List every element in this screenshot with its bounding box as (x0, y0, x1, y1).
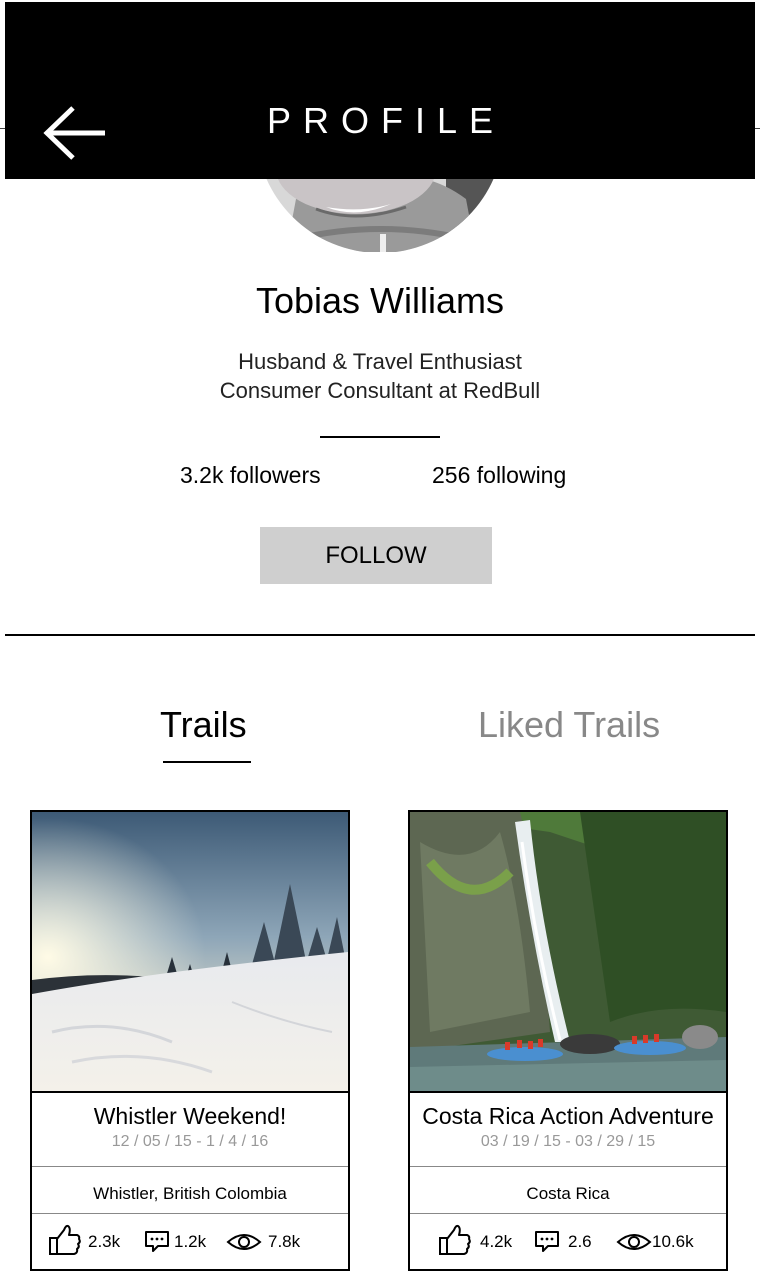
views-count: 7.8k (268, 1232, 301, 1251)
card-divider (410, 1166, 726, 1167)
trail-image-waterfall (410, 812, 726, 1093)
trail-location: Whistler, British Colombia (93, 1184, 287, 1203)
profile-bio: Husband & Travel Enthusiast Consumer Con… (0, 347, 760, 405)
comments-count: 1.2k (174, 1232, 207, 1251)
profile-name: Tobias Williams (255, 280, 505, 321)
tab-liked-trails[interactable]: Liked Trails (478, 704, 660, 746)
tab-trails[interactable]: Trails (160, 704, 247, 746)
trail-title[interactable]: Costa Rica Action Adventure (410, 1103, 726, 1130)
trail-dates: 03 / 19 / 15 - 03 / 29 / 15 (480, 1133, 656, 1150)
avatar[interactable] (256, 179, 504, 252)
trail-location: Costa Rica (526, 1184, 610, 1203)
card-divider (410, 1213, 726, 1214)
thumbs-up-icon[interactable] (48, 1223, 82, 1257)
trail-stats: 2.3k 1.2k 7.8k (32, 1220, 348, 1264)
following-count[interactable]: 256 following (432, 462, 566, 489)
trail-card[interactable]: Costa Rica Action Adventure 03 / 19 / 15… (408, 810, 728, 1271)
active-tab-indicator (163, 761, 251, 763)
likes-count: 4.2k (480, 1232, 513, 1251)
bio-line-2: Consumer Consultant at RedBull (219, 378, 541, 403)
comment-icon[interactable] (534, 1230, 560, 1254)
section-divider (5, 634, 755, 636)
eye-icon[interactable] (226, 1230, 262, 1254)
card-divider (32, 1213, 348, 1214)
followers-count[interactable]: 3.2k followers (180, 462, 321, 489)
card-divider (32, 1166, 348, 1167)
eye-icon[interactable] (616, 1230, 652, 1254)
likes-count: 2.3k (88, 1232, 121, 1251)
trail-card[interactable]: Whistler Weekend! 12 / 05 / 15 - 1 / 4 /… (30, 810, 350, 1271)
comments-count: 2.6 (568, 1232, 592, 1251)
follow-button[interactable]: FOLLOW (260, 527, 492, 584)
page-title: PROFILE (266, 100, 506, 141)
trail-dates: 12 / 05 / 15 - 1 / 4 / 16 (111, 1133, 269, 1150)
comment-icon[interactable] (144, 1230, 170, 1254)
thumbs-up-icon[interactable] (438, 1223, 472, 1257)
bio-line-1: Husband & Travel Enthusiast (238, 349, 522, 374)
bio-divider (320, 436, 440, 438)
trail-title[interactable]: Whistler Weekend! (32, 1103, 348, 1130)
views-count: 10.6k (652, 1232, 694, 1251)
app-header (5, 2, 755, 179)
trail-image-snow (32, 812, 348, 1093)
trail-stats: 4.2k 2.6 10.6k (410, 1220, 726, 1264)
